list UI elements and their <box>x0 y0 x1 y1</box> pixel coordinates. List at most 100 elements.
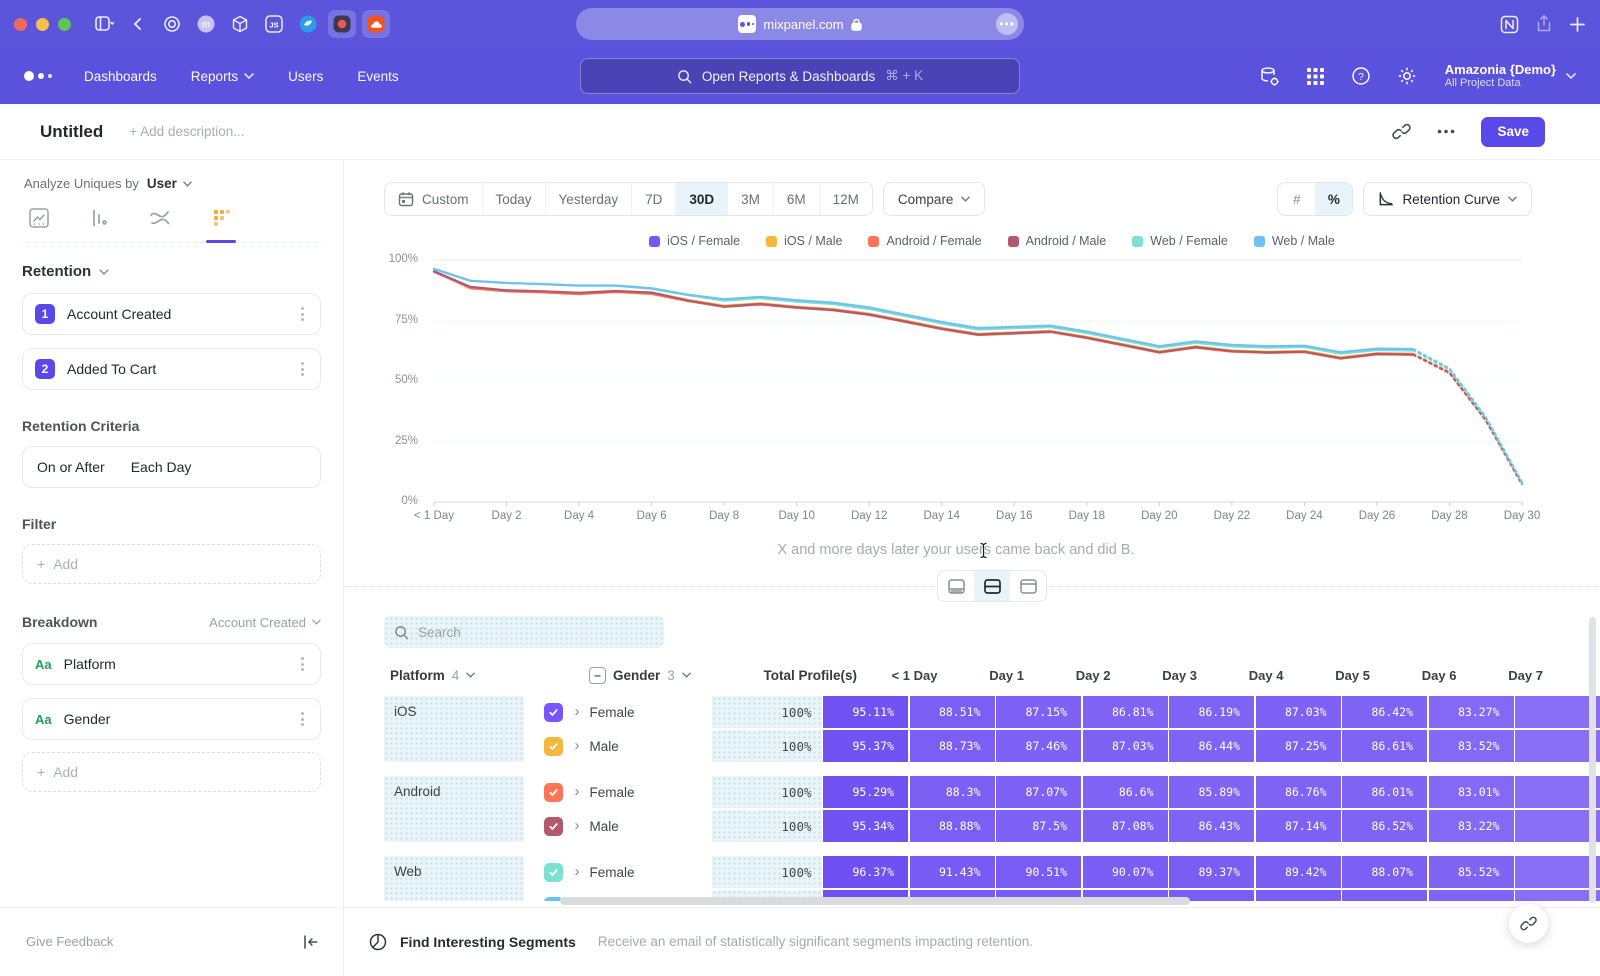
chart-only-view-button[interactable] <box>938 571 974 601</box>
range-30d[interactable]: 30D <box>675 183 727 215</box>
retention-value-cell[interactable]: 83.27% <box>1429 696 1514 728</box>
retention-value-cell[interactable]: 88.34% <box>1342 890 1427 901</box>
tab-flows[interactable] <box>148 207 172 229</box>
platform-cell[interactable]: iOS <box>384 696 524 762</box>
retention-value-cell[interactable]: 87.25% <box>1256 730 1341 762</box>
retention-value-cell[interactable]: 89.37% <box>1169 856 1254 888</box>
browser-back-icon[interactable] <box>124 10 152 38</box>
minimize-window-button[interactable] <box>36 18 49 31</box>
retention-value-cell[interactable] <box>1515 696 1600 728</box>
day-column-header[interactable]: Day 1 <box>955 668 1040 683</box>
nav-users[interactable]: Users <box>288 69 323 84</box>
retention-value-cell[interactable] <box>1515 890 1600 901</box>
nav-dashboards[interactable]: Dashboards <box>84 69 157 84</box>
retention-value-cell[interactable] <box>1515 810 1600 842</box>
expand-chevron-icon[interactable]: › <box>575 703 580 720</box>
series-checkbox[interactable] <box>544 817 563 836</box>
new-tab-icon[interactable] <box>1569 16 1586 33</box>
range-6m[interactable]: 6M <box>773 183 819 215</box>
close-window-button[interactable] <box>14 18 27 31</box>
retention-value-cell[interactable]: 86.43% <box>1169 810 1254 842</box>
retention-value-cell[interactable]: 85.89% <box>1169 776 1254 808</box>
criteria-value[interactable]: Each Day <box>131 459 192 475</box>
zoom-window-button[interactable] <box>58 18 71 31</box>
breakdown-platform[interactable]: Aa Platform <box>22 643 321 685</box>
expand-chevron-icon[interactable]: › <box>575 863 580 880</box>
range-12m[interactable]: 12M <box>819 183 872 215</box>
day-column-header[interactable]: Day 7 <box>1474 668 1559 683</box>
nav-events[interactable]: Events <box>357 69 398 84</box>
extension-cube-icon[interactable] <box>226 10 254 38</box>
report-title[interactable]: Untitled <box>40 122 103 142</box>
range-custom[interactable]: Custom <box>385 183 482 215</box>
retention-value-cell[interactable] <box>1515 776 1600 808</box>
more-actions-icon[interactable] <box>1437 129 1455 134</box>
nav-reports[interactable]: Reports <box>191 69 254 84</box>
tab-insights[interactable] <box>28 207 50 229</box>
legend-item[interactable]: iOS / Female <box>649 234 740 248</box>
url-extensions-button[interactable]: ••• <box>996 13 1018 35</box>
retention-value-cell[interactable]: 86.42% <box>1342 696 1427 728</box>
apps-grid-icon[interactable] <box>1306 67 1325 86</box>
copy-link-icon[interactable] <box>1392 122 1411 141</box>
collapse-sidebar-icon[interactable] <box>302 934 319 950</box>
legend-item[interactable]: iOS / Male <box>766 234 842 248</box>
vertical-scrollbar[interactable] <box>1589 617 1596 903</box>
add-filter-button[interactable]: +Add <box>22 544 321 584</box>
legend-item[interactable]: Web / Female <box>1132 234 1228 248</box>
day-column-header[interactable]: Day 2 <box>1042 668 1127 683</box>
extension-soundcloud-icon[interactable] <box>362 10 390 38</box>
retention-value-cell[interactable]: 87.07% <box>996 776 1081 808</box>
platform-cell[interactable]: Android <box>384 776 524 842</box>
share-icon[interactable] <box>1535 14 1553 34</box>
platform-column-header[interactable]: Platform4 <box>384 668 569 683</box>
total-profiles-header[interactable]: Total Profile(s) <box>757 668 867 683</box>
kebab-menu-icon[interactable] <box>297 303 308 325</box>
series-checkbox[interactable] <box>544 783 563 802</box>
count-mode-button[interactable]: # <box>1278 183 1315 215</box>
tab-funnels[interactable] <box>88 207 110 229</box>
retention-step-2[interactable]: 2 Added To Cart <box>22 348 321 390</box>
retention-value-cell[interactable]: 95.37% <box>823 730 908 762</box>
day-column-header[interactable]: Day 4 <box>1215 668 1300 683</box>
retention-value-cell[interactable]: 87.46% <box>996 730 1081 762</box>
save-button[interactable]: Save <box>1481 117 1545 147</box>
kebab-menu-icon[interactable] <box>297 653 308 675</box>
compare-button[interactable]: Compare <box>883 182 986 216</box>
retention-value-cell[interactable] <box>1515 730 1600 762</box>
retention-value-cell[interactable]: 83.22% <box>1429 810 1514 842</box>
expand-chevron-icon[interactable]: › <box>575 783 580 800</box>
legend-item[interactable]: Android / Male <box>1008 234 1107 248</box>
day-column-header[interactable]: Day 5 <box>1301 668 1386 683</box>
retention-value-cell[interactable]: 95.34% <box>823 810 908 842</box>
find-segments-title[interactable]: Find Interesting Segments <box>400 934 576 950</box>
retention-value-cell[interactable]: 88.07% <box>1342 856 1427 888</box>
range-7d[interactable]: 7D <box>631 183 675 215</box>
retention-value-cell[interactable]: 86.01% <box>1342 776 1427 808</box>
settings-gear-icon[interactable] <box>1397 66 1417 86</box>
browser-sidebar-toggle-icon[interactable] <box>90 10 118 38</box>
retention-value-cell[interactable]: 91.43% <box>910 856 995 888</box>
mixpanel-logo[interactable] <box>24 71 52 81</box>
breakdown-gender[interactable]: Aa Gender <box>22 698 321 740</box>
range-today[interactable]: Today <box>482 183 545 215</box>
retention-chart-svg[interactable] <box>428 252 1528 520</box>
day-column-header[interactable]: Day 6 <box>1388 668 1473 683</box>
retention-criteria-selector[interactable]: On or After Each Day <box>22 446 321 488</box>
retention-value-cell[interactable]: 83.52% <box>1429 730 1514 762</box>
report-description-placeholder[interactable]: + Add description... <box>129 124 244 139</box>
retention-value-cell[interactable]: 90.07% <box>1083 856 1168 888</box>
series-checkbox[interactable] <box>544 737 563 756</box>
retention-value-cell[interactable]: 87.08% <box>1083 810 1168 842</box>
series-checkbox[interactable] <box>544 863 563 882</box>
kebab-menu-icon[interactable] <box>297 358 308 380</box>
tab-retention[interactable] <box>210 207 232 229</box>
retention-value-cell[interactable]: 87.03% <box>1083 730 1168 762</box>
table-search-input[interactable]: Search <box>384 616 664 648</box>
retention-value-cell[interactable]: 88.51% <box>910 696 995 728</box>
url-bar[interactable]: mixpanel.com ••• <box>576 8 1024 40</box>
table-only-view-button[interactable] <box>1010 571 1046 601</box>
retention-value-cell[interactable]: 85.67% <box>1429 890 1514 901</box>
range-3m[interactable]: 3M <box>727 183 773 215</box>
retention-value-cell[interactable]: 86.61% <box>1342 730 1427 762</box>
